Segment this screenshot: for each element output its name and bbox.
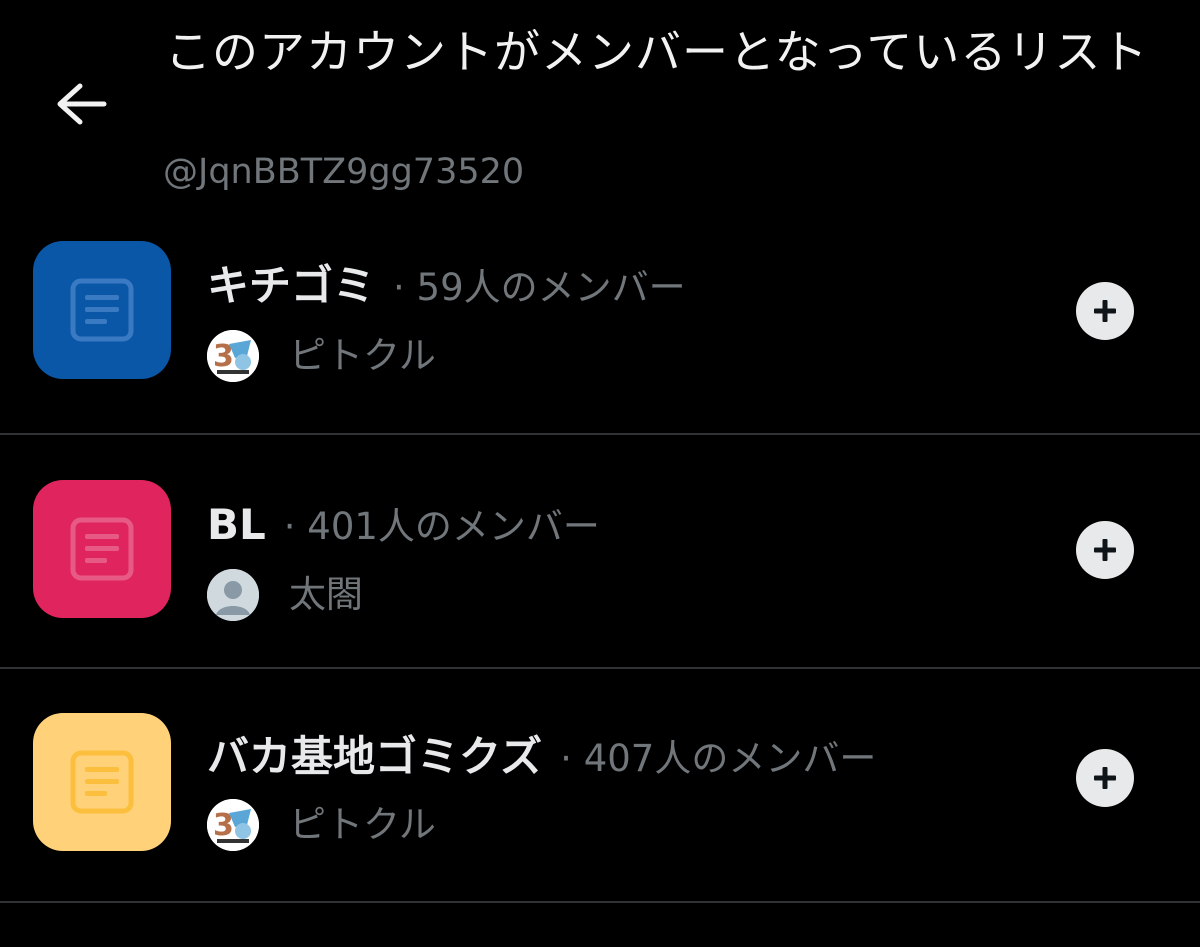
lists-container: キチゴミ · 59人のメンバー 3 ピトクル BL · 401人のメンバー 太閤… xyxy=(0,200,1200,903)
default-user-icon xyxy=(207,569,259,621)
back-button[interactable] xyxy=(50,78,112,130)
list-name: キチゴミ · 59人のメンバー xyxy=(207,260,686,314)
owner-name: 太閤 xyxy=(289,573,363,616)
list-name: BL · 401人のメンバー xyxy=(207,499,600,553)
member-count: · 407人のメンバー xyxy=(560,737,877,780)
account-handle: @JqnBBTZ9gg73520 xyxy=(163,152,525,192)
list-owner: 3 ピトクル xyxy=(207,330,436,382)
plus-icon xyxy=(1094,300,1116,322)
member-count: · 401人のメンバー xyxy=(283,505,600,548)
list-title: バカ基地ゴミクズ xyxy=(207,732,543,781)
add-to-list-button[interactable] xyxy=(1076,282,1134,340)
page-header: このアカウントがメンバーとなっているリスト @JqnBBTZ9gg73520 xyxy=(0,0,1200,220)
owner-name: ピトクル xyxy=(289,334,436,377)
plus-icon xyxy=(1094,767,1116,789)
document-list-icon xyxy=(70,517,134,581)
plus-icon xyxy=(1094,539,1116,561)
list-cover xyxy=(33,480,171,618)
arrow-left-icon xyxy=(57,83,107,125)
list-title: BL xyxy=(207,500,266,549)
list-cover xyxy=(33,713,171,851)
document-list-icon xyxy=(70,278,134,342)
list-item[interactable]: バカ基地ゴミクズ · 407人のメンバー 3 ピトクル xyxy=(0,669,1200,903)
list-item[interactable]: BL · 401人のメンバー 太閤 xyxy=(0,435,1200,669)
member-count: · 59人のメンバー xyxy=(393,266,686,309)
list-item[interactable]: キチゴミ · 59人のメンバー 3 ピトクル xyxy=(0,200,1200,435)
add-to-list-button[interactable] xyxy=(1076,749,1134,807)
page-title: このアカウントがメンバーとなっているリスト xyxy=(165,25,1149,79)
add-to-list-button[interactable] xyxy=(1076,521,1134,579)
list-cover xyxy=(33,241,171,379)
list-owner: 太閤 xyxy=(207,569,363,621)
avatar: 3 xyxy=(207,799,259,851)
list-owner: 3 ピトクル xyxy=(207,799,436,851)
document-list-icon xyxy=(70,750,134,814)
list-name: バカ基地ゴミクズ · 407人のメンバー xyxy=(207,731,876,785)
owner-name: ピトクル xyxy=(289,803,436,846)
list-title: キチゴミ xyxy=(207,261,376,310)
avatar xyxy=(207,569,259,621)
avatar: 3 xyxy=(207,330,259,382)
